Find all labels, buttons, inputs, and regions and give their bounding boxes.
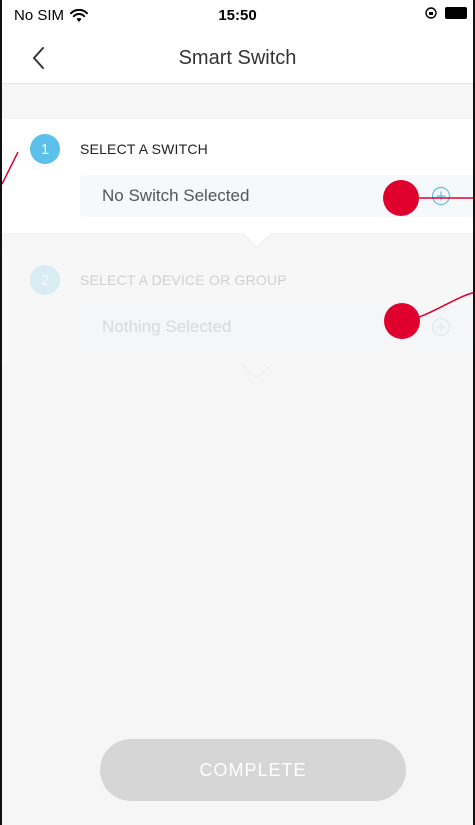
annotation-marker — [383, 180, 419, 216]
complete-button[interactable]: COMPLETE — [100, 739, 406, 801]
step-title: SELECT A DEVICE OR GROUP — [80, 272, 287, 288]
step-pointer — [242, 233, 272, 247]
orientation-lock-icon — [425, 7, 437, 19]
page-title: Smart Switch — [178, 47, 297, 69]
clock: 15:50 — [218, 7, 257, 24]
switch-selector-value: No Switch Selected — [102, 186, 250, 205]
step-number-badge: 2 — [30, 265, 60, 295]
device-selector-value: Nothing Selected — [102, 317, 232, 336]
status-right — [425, 7, 467, 19]
step-number-badge: 1 — [30, 134, 60, 164]
battery-icon — [445, 7, 467, 19]
plus-circle-icon[interactable] — [431, 186, 451, 206]
status-bar: No SIM 15:50 — [2, 0, 473, 34]
annotation-marker — [384, 303, 420, 339]
nav-bar: Smart Switch — [2, 34, 473, 84]
step-title: SELECT A SWITCH — [80, 141, 208, 157]
plus-circle-icon[interactable] — [431, 317, 451, 337]
phone-screen: No SIM 15:50 Smart Switch 1 SELECT A SWI… — [0, 0, 475, 825]
step-pointer — [242, 364, 272, 378]
